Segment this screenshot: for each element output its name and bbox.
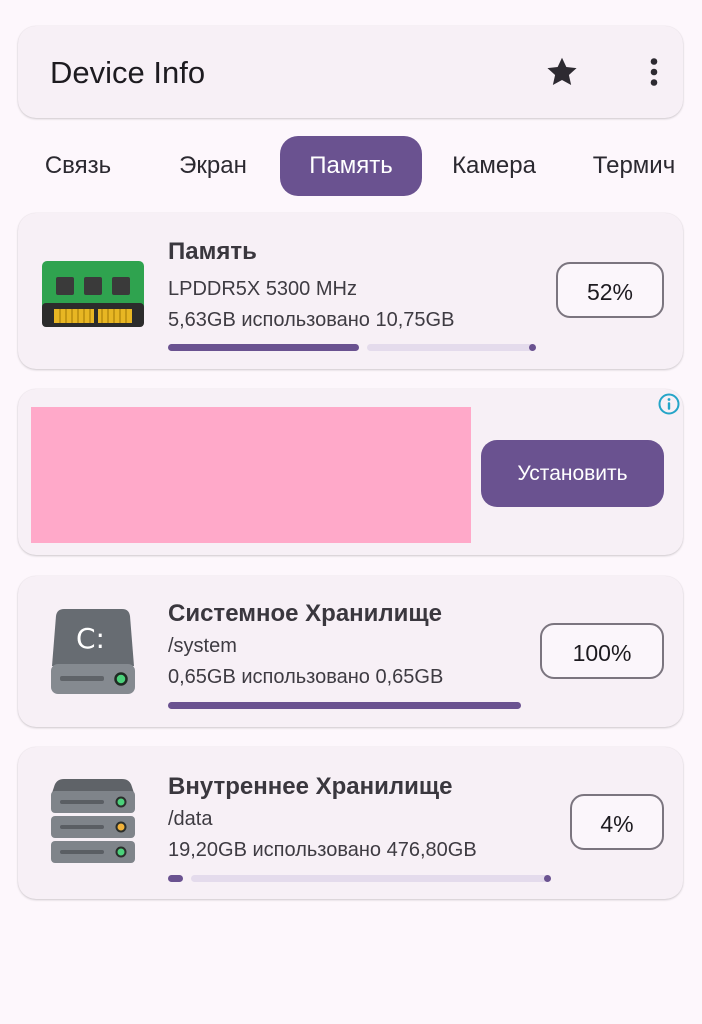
internal-storage-progress-track [191, 875, 549, 882]
system-storage-title: Системное Хранилище [168, 600, 443, 627]
app-title: Device Info [50, 55, 206, 90]
system-storage-path: /system [168, 635, 237, 657]
internal-storage-progress-end-dot [544, 875, 551, 882]
internal-storage-card[interactable]: Внутреннее Хранилище /data 19,20GB испол… [18, 747, 683, 899]
system-storage-percent-badge: 100% [540, 623, 664, 679]
tab-pamyat[interactable]: Память [280, 136, 422, 196]
memory-progress-fill [168, 344, 359, 351]
internal-storage-progress-fill [168, 875, 183, 882]
ad-image[interactable] [31, 407, 471, 543]
internal-storage-percent-badge: 4% [570, 794, 664, 850]
server-stack-icon [51, 779, 135, 863]
ad-card[interactable]: Установить [18, 389, 683, 555]
system-storage-card[interactable]: C: Системное Хранилище /system 0,65GB ис… [18, 576, 683, 727]
ram-chip-icon [42, 261, 144, 327]
tab-svyaz[interactable]: Связь [28, 136, 128, 196]
tab-kamera[interactable]: Камера [438, 136, 550, 196]
tab-ekran[interactable]: Экран [163, 136, 263, 196]
hard-drive-icon: C: [51, 609, 135, 694]
memory-percent-badge: 52% [556, 262, 664, 318]
app-bar: Device Info [18, 26, 683, 118]
install-button[interactable]: Установить [481, 440, 664, 507]
info-icon[interactable] [657, 392, 681, 416]
system-storage-usage: 0,65GB использовано 0,65GB [168, 666, 444, 688]
drive-letter: C: [76, 622, 105, 655]
internal-storage-title: Внутреннее Хранилище [168, 773, 453, 800]
tab-termich[interactable]: Термич [582, 136, 686, 196]
internal-storage-usage: 19,20GB использовано 476,80GB [168, 839, 477, 861]
memory-progress-track [367, 344, 535, 351]
system-storage-progress-fill [168, 702, 521, 709]
star-icon[interactable] [544, 54, 580, 90]
internal-storage-path: /data [168, 808, 213, 830]
memory-type: LPDDR5X 5300 MHz [168, 278, 357, 300]
memory-progress-end-dot [529, 344, 536, 351]
more-vert-icon[interactable] [636, 54, 672, 90]
memory-card[interactable]: Память LPDDR5X 5300 MHz 5,63GB использов… [18, 213, 683, 369]
memory-title: Память [168, 238, 257, 265]
memory-usage: 5,63GB использовано 10,75GB [168, 309, 455, 331]
